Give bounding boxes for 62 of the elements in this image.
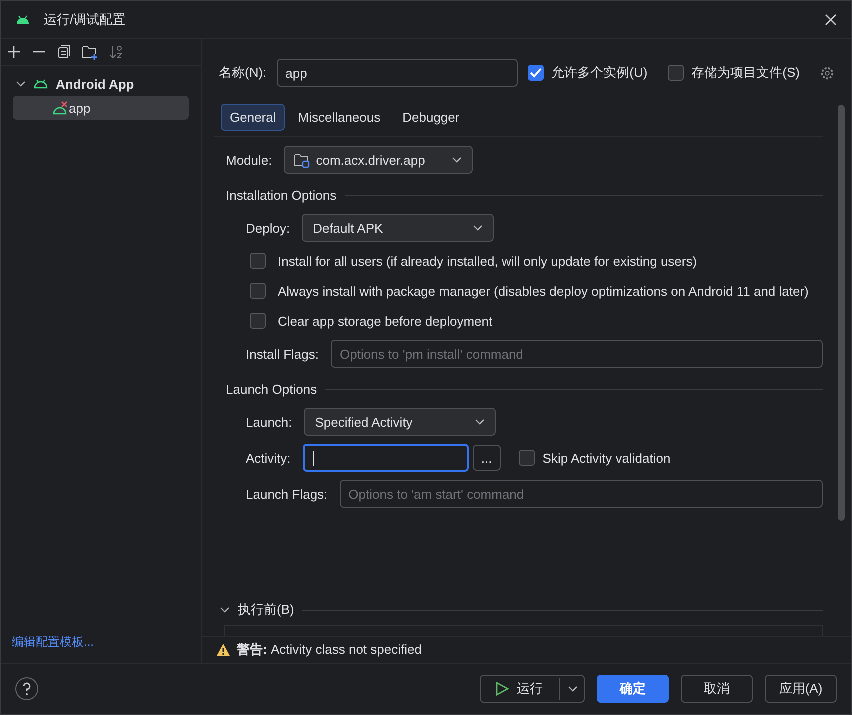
checkbox[interactable] xyxy=(518,450,535,466)
dialog-button[interactable]: 应用(A) xyxy=(765,675,837,703)
tree-item[interactable]: app xyxy=(13,96,189,120)
checkbox[interactable] xyxy=(250,283,266,299)
dropdown[interactable]: Specified Activity xyxy=(304,408,496,436)
window-title: 运行/调试配置 xyxy=(44,10,127,28)
caret-icon xyxy=(568,686,578,692)
add-icon[interactable] xyxy=(7,45,21,59)
tree-group-label[interactable]: Android App xyxy=(56,76,134,92)
android-icon xyxy=(16,14,30,24)
help-icon[interactable] xyxy=(15,677,39,701)
settings-icon[interactable] xyxy=(820,66,835,80)
edit-templates-link[interactable]: 编辑配置模板... xyxy=(1,634,201,663)
checkbox[interactable] xyxy=(250,313,266,329)
activity-field[interactable] xyxy=(302,444,469,472)
dialog-button[interactable]: 确定 xyxy=(597,675,669,703)
caret-icon xyxy=(475,419,486,425)
new-folder-icon[interactable] xyxy=(82,44,98,60)
android-icon xyxy=(34,79,48,89)
checkbox[interactable] xyxy=(668,65,684,81)
input-field[interactable]: Options to 'pm install' command xyxy=(330,340,823,368)
checkbox-label: Always install with package manager (disables deploy optimizations on Android 11 and later) xyxy=(278,284,809,298)
warning-icon xyxy=(216,643,231,657)
field-label: Launch: xyxy=(246,414,292,430)
run-button[interactable]: 运行 xyxy=(480,675,585,703)
module-label: Module: xyxy=(226,152,272,168)
field-label: Activity: xyxy=(246,450,291,466)
dialog-button[interactable]: 取消 xyxy=(681,675,753,703)
tab[interactable]: Debugger xyxy=(394,104,469,131)
input-field[interactable]: Options to 'am start' command xyxy=(340,480,823,508)
checkbox-label: Install for all users (if already installed, will only update for existing users) xyxy=(278,254,698,268)
scrollbar[interactable] xyxy=(838,105,845,521)
name-field[interactable]: app xyxy=(276,59,518,87)
section-title: 执行前(B) xyxy=(238,601,294,619)
tab[interactable]: Miscellaneous xyxy=(289,104,390,131)
checkbox-label: Clear app storage before deployment xyxy=(278,314,493,328)
module-icon xyxy=(294,152,310,168)
checkbox[interactable] xyxy=(528,65,544,81)
checkbox-label: 允许多个实例(U) xyxy=(552,64,648,82)
browse-button[interactable]: ... xyxy=(472,445,501,471)
chevron-icon[interactable] xyxy=(16,79,26,89)
section-title: Launch Options xyxy=(226,382,318,396)
field-label: Deploy: xyxy=(246,220,290,236)
close-icon[interactable] xyxy=(825,14,837,26)
field-label: Launch Flags: xyxy=(246,486,328,502)
name-label: 名称(N): xyxy=(219,64,267,82)
tab[interactable]: General xyxy=(221,104,286,131)
caret-icon xyxy=(473,225,484,231)
android-error-icon xyxy=(53,101,69,115)
warning-message: 警告: Activity class not specified xyxy=(237,641,422,659)
sort-icon[interactable] xyxy=(109,45,123,59)
module-dropdown[interactable]: com.acx.driver.app xyxy=(284,146,474,174)
chevron-icon[interactable] xyxy=(220,605,230,615)
checkbox-label: Skip Activity validation xyxy=(542,450,671,466)
caret-icon xyxy=(452,157,462,163)
field-label: Install Flags: xyxy=(246,346,319,362)
copy-icon[interactable] xyxy=(57,45,71,59)
checkbox[interactable] xyxy=(250,253,266,269)
dropdown[interactable]: Default APK xyxy=(302,214,494,242)
play-icon xyxy=(495,682,509,696)
checkbox-label: 存储为项目文件(S) xyxy=(692,64,800,82)
section-title: Installation Options xyxy=(226,188,337,202)
